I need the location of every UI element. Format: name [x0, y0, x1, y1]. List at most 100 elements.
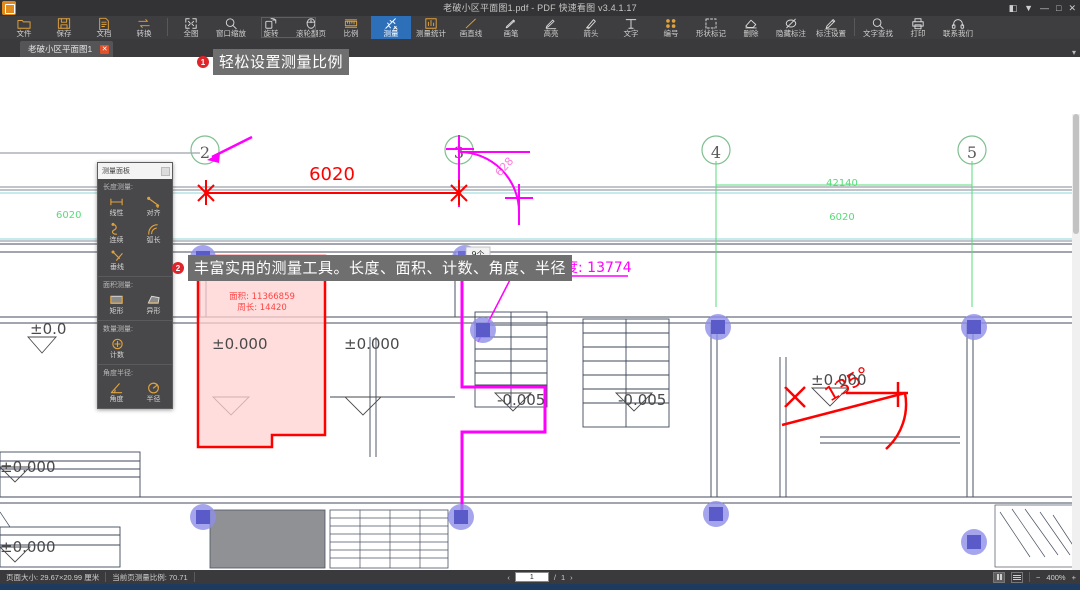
toolbar-button-document[interactable]: 文档 — [84, 16, 124, 39]
elevation-text: ±0.000 — [0, 538, 56, 556]
zoom-in-button[interactable]: + — [1072, 573, 1076, 582]
toolbar-button-print[interactable]: 打印 — [898, 16, 938, 39]
grid-label-4: 4 — [711, 143, 721, 162]
scrollbar-thumb[interactable] — [1073, 114, 1079, 234]
toolbar-button-pen[interactable]: 画笔 — [491, 16, 531, 39]
page-number-input[interactable]: 1 — [514, 572, 549, 582]
prev-page-icon[interactable]: ‹ — [507, 573, 510, 582]
toolbar-button-window-zoom[interactable]: 窗口缩放 — [211, 16, 251, 39]
window-title: 老破小区平面图1.pdf - PDF 快速看图 v3.4.1.17 — [443, 3, 637, 13]
document-tab-bar: 老破小区平面图1 ✕ ▾ — [0, 39, 1080, 57]
printer-icon — [911, 17, 925, 29]
pdf-canvas[interactable]: 2 3 4 5 628 6020 6020 42140 6020 面积: 113… — [0, 57, 1080, 570]
shape-mark-icon — [704, 17, 718, 29]
toolbar-button-shape-mark[interactable]: 形状标记 — [691, 16, 731, 39]
toolbar-button-find-text[interactable]: 文字查找 — [858, 16, 898, 39]
toolbar-button-label: 测量 — [383, 29, 399, 38]
toolbar-button-scale[interactable]: 比例 — [331, 16, 371, 39]
toolbar-button-convert[interactable]: 转换 — [124, 16, 164, 39]
linear-measure-icon — [109, 194, 124, 209]
scale-ruler-icon — [344, 17, 358, 29]
toolbar-button-label: 滚轮翻页 — [296, 29, 326, 38]
green-dim-3: 6020 — [829, 212, 854, 223]
measure-tool-rect-area[interactable]: 矩形 — [98, 291, 135, 318]
measure-tool-arc-length[interactable]: 弧长 — [135, 220, 172, 247]
rotate-icon — [264, 17, 278, 29]
toolbar-button-label: 画直线 — [459, 29, 483, 38]
total-length-leader — [477, 275, 628, 343]
measure-tool-perpendicular[interactable]: 垂线 — [98, 247, 136, 274]
measure-tool-label: 矩形 — [109, 308, 124, 315]
toolbar-button-rotate[interactable]: 旋转 — [251, 16, 291, 39]
menu-caret-icon[interactable]: ▼ — [1024, 3, 1033, 13]
toolbar-button-draw-line[interactable]: 画直线 — [451, 16, 491, 39]
measure-panel[interactable]: 测量面板 长度测量: 线性 对齐 连续 弧长 垂线 面积测量: 矩形 异形 数量测量: 计数 角度半径… — [97, 162, 173, 409]
application-window: 老破小区平面图1.pdf - PDF 快速看图 v3.4.1.17 ◧ ▼ — … — [0, 0, 1080, 590]
toolbar-button-label: 高亮 — [543, 29, 559, 38]
measure-tool-label: 线性 — [109, 210, 124, 217]
minimize-icon[interactable]: — — [1040, 3, 1049, 13]
measure-tool-label: 半径 — [146, 396, 161, 403]
maximize-icon[interactable]: □ — [1056, 3, 1061, 13]
toolbar-button-file[interactable]: 文件 — [4, 16, 44, 39]
page-navigation: ‹ 1 / 1 › — [0, 572, 1080, 582]
toolbar-button-delete[interactable]: 删除 — [731, 16, 771, 39]
measure-stats-icon — [424, 17, 438, 29]
next-page-icon[interactable]: › — [570, 573, 573, 582]
annotation-settings-icon — [824, 17, 838, 29]
toolbar-button-arrow[interactable]: 箭头 — [571, 16, 611, 39]
measure-tool-angle[interactable]: 角度 — [98, 379, 135, 406]
vertical-scrollbar[interactable] — [1072, 114, 1080, 570]
scroll-page-icon — [304, 17, 318, 29]
toolbar-button-number[interactable]: 编号 — [651, 16, 691, 39]
measure-tool-aligned-measure[interactable]: 对齐 — [135, 193, 172, 220]
toolbar-button-fit-page[interactable]: 全图 — [171, 16, 211, 39]
toolbar-button-text[interactable]: 文字 — [611, 16, 651, 39]
measure-tool-continuous-measure[interactable]: 连续 — [98, 220, 135, 247]
close-icon[interactable]: ✕ — [100, 44, 110, 54]
toolbar-button-label: 编号 — [663, 29, 679, 38]
zoom-out-button[interactable]: − — [1036, 573, 1040, 582]
measure-tool-linear-measure[interactable]: 线性 — [98, 193, 135, 220]
single-page-view-icon[interactable] — [993, 571, 1006, 583]
toolbar-button-label: 保存 — [56, 29, 72, 38]
grid-label-2: 2 — [200, 143, 210, 162]
toolbar-button-annot-settings[interactable]: 标注设置 — [811, 16, 851, 39]
toolbar-button-save[interactable]: 保存 — [44, 16, 84, 39]
measure-tool-polygon-area[interactable]: 异形 — [135, 291, 172, 318]
elevation-text: ±0.0 — [30, 320, 66, 338]
document-tab[interactable]: 老破小区平面图1 ✕ — [20, 41, 114, 57]
continuous-length-measurement — [460, 257, 547, 517]
skin-icon[interactable]: ◧ — [1009, 3, 1018, 14]
continuous-view-icon[interactable] — [1011, 571, 1024, 583]
minimize-icon[interactable] — [161, 166, 170, 176]
zoom-level-value[interactable]: 400% — [1046, 573, 1065, 582]
toolbar-button-highlight[interactable]: 高亮 — [531, 16, 571, 39]
measure-row: 连续 弧长 — [98, 220, 172, 247]
toolbar-button-label: 隐藏标注 — [776, 29, 806, 38]
search-icon — [871, 17, 885, 29]
document-tab-label: 老破小区平面图1 — [28, 44, 93, 54]
toolbar-button-label: 全图 — [183, 29, 199, 38]
toolbar-button-label: 文字 — [623, 29, 639, 38]
close-icon[interactable]: ✕ — [1068, 3, 1076, 14]
green-dim-2: 42140 — [826, 178, 858, 189]
toolbar-button-hide-annot[interactable]: 隐藏标注 — [771, 16, 811, 39]
pointer-arrow-1 — [207, 135, 253, 163]
toolbar-button-label: 测量统计 — [416, 29, 446, 38]
measure-tool-count[interactable]: 计数 — [98, 335, 136, 362]
measure-tool-radius[interactable]: 半径 — [135, 379, 172, 406]
toolbar-button-contact[interactable]: 联系我们 — [938, 16, 978, 39]
measure-panel-header: 测量面板 — [98, 163, 172, 179]
callout-badge: 2 — [172, 262, 184, 274]
hide-annotation-icon — [784, 17, 798, 29]
text-icon — [624, 17, 638, 29]
elevation-text: -0.005 — [618, 391, 666, 409]
toolbar-button-measure-stats[interactable]: 测量统计 — [411, 16, 451, 39]
toolbar-button-measure[interactable]: 测量 — [371, 16, 411, 39]
title-bar: 老破小区平面图1.pdf - PDF 快速看图 v3.4.1.17 ◧ ▼ — … — [0, 0, 1080, 16]
measure-tool-label: 对齐 — [146, 210, 161, 217]
elevation-text: ±0.000 — [212, 335, 268, 353]
chevron-down-icon[interactable]: ▾ — [1072, 48, 1076, 57]
toolbar-button-scroll-page[interactable]: 滚轮翻页 — [291, 16, 331, 39]
